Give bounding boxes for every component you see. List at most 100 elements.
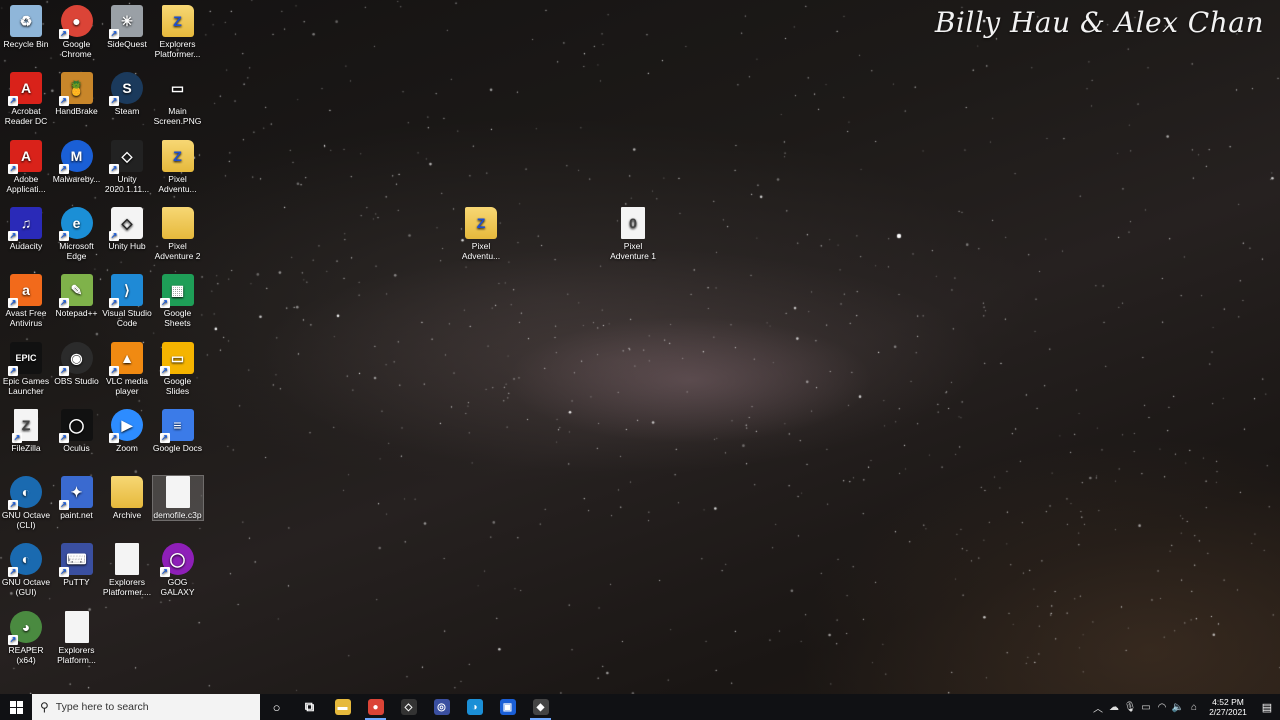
desktop-icon-label: Pixel Adventu... xyxy=(461,241,501,261)
desktop-icon-label: Adobe Applicati... xyxy=(6,173,46,194)
battery-icon[interactable]: ▭ xyxy=(1138,702,1154,713)
desktop-icon[interactable]: ◇Unity Hub xyxy=(102,206,152,251)
desktop-icon[interactable]: SSteam xyxy=(102,72,152,116)
zip-file-icon: 0 xyxy=(621,207,645,239)
desktop-icon[interactable]: AAdobe Applicati... xyxy=(1,139,51,194)
desktop-icon[interactable]: Pixel Adventure 2 xyxy=(153,206,203,261)
microphone-icon[interactable]: 🎙 xyxy=(1122,702,1138,713)
taskbar-file-explorer-button[interactable]: ▬ xyxy=(326,694,359,720)
malwarebytes-icon: M xyxy=(58,139,93,174)
desktop-icon[interactable]: Explorers Platformer.... xyxy=(102,543,152,597)
desktop-icon[interactable]: ≡Google Docs xyxy=(152,408,203,453)
desktop-icon[interactable]: 🍍HandBrake xyxy=(52,72,102,116)
desktop-icon-label: Pixel Adventure 1 xyxy=(610,241,656,261)
desktop-icon[interactable]: aAvast Free Antivirus xyxy=(1,274,51,328)
desktop-icon-label: Main Screen.PNG xyxy=(153,106,202,127)
volume-icon[interactable]: 🔈 xyxy=(1170,702,1186,713)
desktop-icon-label: HandBrake xyxy=(55,106,98,117)
desktop-icon-label: Google Docs xyxy=(152,442,203,453)
desktop-icon-label: REAPER (x64) xyxy=(8,644,44,665)
desktop-icon[interactable]: ●Google Chrome xyxy=(52,5,102,59)
start-button[interactable] xyxy=(0,694,32,720)
taskbar-search-box[interactable]: ⚲ Type here to search xyxy=(32,694,260,720)
taskbar-app-button[interactable]: ◑ xyxy=(458,694,491,720)
chrome-icon: ● xyxy=(58,5,93,39)
desktop-icon[interactable]: ⌨PuTTY xyxy=(52,543,102,587)
unity-icon: ◇ xyxy=(109,139,143,174)
desktop-icon[interactable]: ▲VLC media player xyxy=(102,341,152,396)
desktop-icon-label: Avast Free Antivirus xyxy=(5,308,47,329)
desktop-icon-label: SideQuest xyxy=(107,39,147,49)
desktop-icon[interactable]: ✦paint.net xyxy=(52,476,102,520)
taskbar: ⚲ Type here to search ○ ⧉ ▬ ● ◇ ◎ ◑ ▣ ◆ ︿ ☁ 🎙 ▭ … xyxy=(0,694,1280,720)
desktop-icon[interactable]: ✳SideQuest xyxy=(102,5,152,49)
chrome-icon: ● xyxy=(367,699,384,715)
desktop-icon[interactable]: ♫Audacity xyxy=(1,206,51,251)
desktop-icon[interactable]: Z Pixel Adventu... xyxy=(456,207,506,261)
zipped-folder-icon: Z xyxy=(161,5,194,37)
desktop-icon[interactable]: EPICEpic Games Launcher xyxy=(1,341,51,396)
desktop-icon-label: Audacity xyxy=(9,240,43,251)
desktop-icon[interactable]: 0 Pixel Adventure 1 xyxy=(608,207,658,261)
clock[interactable]: 4:52 PM 2/27/2021 xyxy=(1202,697,1254,717)
desktop-icon-label: Archive xyxy=(112,510,142,521)
vlc-icon: ▲ xyxy=(109,341,143,376)
cloud-icon[interactable]: ☁ xyxy=(1106,702,1122,713)
steam-icon: S xyxy=(109,72,143,107)
desktop-icon-label: GNU Octave (CLI) xyxy=(1,510,51,531)
taskbar-task-view-button[interactable]: ⧉ xyxy=(293,694,326,720)
desktop-icon[interactable]: ▭Google Slides xyxy=(153,341,203,396)
desktop-icon-label: Recycle Bin xyxy=(3,39,49,49)
wifi-icon[interactable]: ◠ xyxy=(1154,702,1170,713)
file-explorer-icon: ▬ xyxy=(334,699,351,715)
desktop-icon-label: VLC media player xyxy=(105,375,149,396)
chevron-up-icon[interactable]: ︿ xyxy=(1090,700,1106,715)
notification-icon[interactable]: ▤ xyxy=(1254,694,1280,720)
desktop-icon[interactable]: ◕REAPER (x64) xyxy=(1,610,51,665)
desktop-icon[interactable]: Explorers Platform... xyxy=(52,610,102,665)
zipped-folder-icon: Z xyxy=(161,139,194,172)
desktop-icon-label: Steam xyxy=(114,106,140,117)
desktop-icon[interactable]: ◯GOG GALAXY xyxy=(153,543,203,597)
desktop-icon[interactable]: MMalwareby... xyxy=(52,139,102,184)
app-icon: ◎ xyxy=(433,699,450,715)
taskbar-cortana-button[interactable]: ○ xyxy=(260,694,293,720)
paintnet-icon: ✦ xyxy=(58,476,93,511)
gog-icon: ◯ xyxy=(159,543,194,578)
desktop-icon[interactable]: ◐GNU Octave (GUI) xyxy=(1,543,51,597)
desktop-icon-label: PuTTY xyxy=(63,577,90,588)
desktop-icon[interactable]: Z Explorers Platformer... xyxy=(153,5,203,59)
desktop-icon[interactable]: ▦Google Sheets xyxy=(153,274,203,328)
desktop-icon[interactable]: Archive xyxy=(102,476,152,520)
windows-logo-icon xyxy=(9,700,23,714)
desktop-icon[interactable]: demofile.c3p xyxy=(151,475,204,522)
app-icon: ◑ xyxy=(466,699,483,715)
desktop-icon[interactable]: ▶Zoom xyxy=(102,408,152,453)
taskbar-app-button[interactable]: ▣ xyxy=(491,694,524,720)
desktop-icon[interactable]: ZFileZilla xyxy=(1,408,51,453)
desktop-icon[interactable]: ♻ Recycle Bin xyxy=(1,5,51,49)
epic-games-icon: EPIC xyxy=(8,341,42,376)
desktop-icon[interactable]: AAcrobat Reader DC xyxy=(1,72,51,126)
clock-time: 4:52 PM xyxy=(1212,697,1244,707)
desktop-icon[interactable]: ◐GNU Octave (CLI) xyxy=(1,476,51,530)
clock-date: 2/27/2021 xyxy=(1209,707,1247,717)
desktop-icon[interactable]: ◉OBS Studio xyxy=(52,341,102,386)
desktop-icon[interactable]: ◯Oculus xyxy=(52,408,102,453)
search-placeholder: Type here to search xyxy=(55,701,149,713)
desktop-icon[interactable]: Z Pixel Adventu... xyxy=(153,139,203,194)
desktop-icon-label: Google Sheets xyxy=(163,308,192,329)
taskbar-unity-button[interactable]: ◇ xyxy=(392,694,425,720)
taskbar-unity-hub-button[interactable]: ◆ xyxy=(524,694,557,720)
desktop-icon[interactable]: ▭ Main Screen.PNG xyxy=(153,72,203,126)
desktop-icon[interactable]: ◇Unity 2020.1.11... xyxy=(102,139,152,194)
taskbar-app-button[interactable]: ◎ xyxy=(425,694,458,720)
audacity-icon: ♫ xyxy=(8,206,42,241)
desktop-icon[interactable]: eMicrosoft Edge xyxy=(52,206,102,261)
desktop-icon[interactable]: ⟩Visual Studio Code xyxy=(102,274,152,328)
desktop-icon[interactable]: ✎Notepad++ xyxy=(52,274,102,318)
octave-icon: ◐ xyxy=(8,476,42,511)
network-icon[interactable]: ⌂ xyxy=(1186,702,1202,713)
app-icon: ▣ xyxy=(499,699,516,715)
taskbar-chrome-button[interactable]: ● xyxy=(359,694,392,720)
